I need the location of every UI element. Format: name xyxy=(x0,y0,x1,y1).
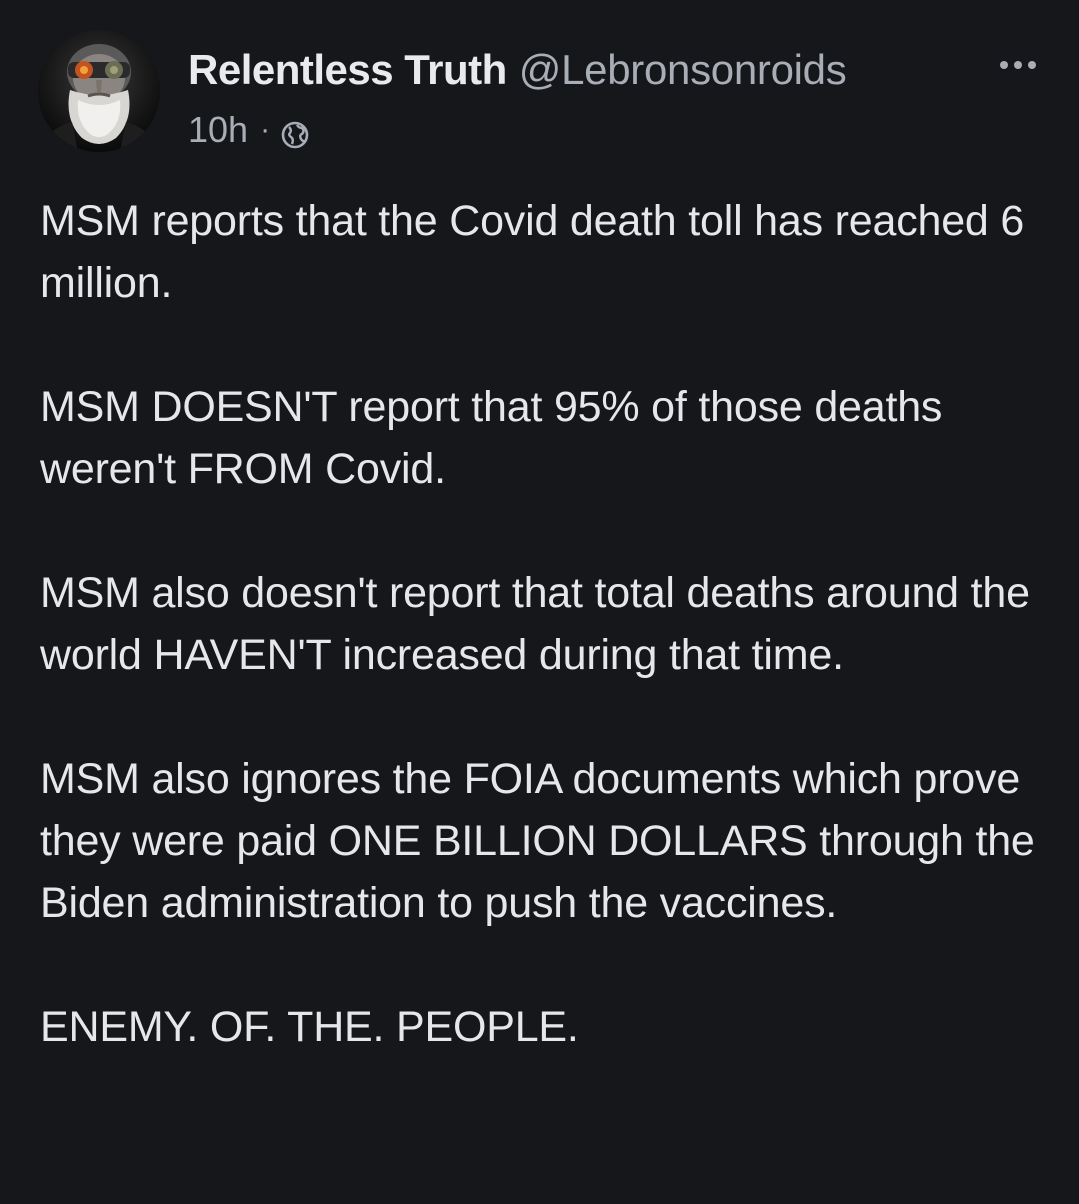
author-handle[interactable]: @Lebronsonroids xyxy=(519,46,847,93)
post-meta: 10h · xyxy=(188,108,310,152)
globe-icon xyxy=(280,116,310,149)
avatar[interactable] xyxy=(38,30,160,152)
post-paragraph: MSM DOESN'T report that 95% of those dea… xyxy=(40,383,943,493)
post-body: MSM reports that the Covid death toll ha… xyxy=(40,190,1050,1058)
post-header: Relentless Truth @Lebronsonroids 10h · xyxy=(188,40,1079,160)
more-options-icon[interactable] xyxy=(990,50,1046,80)
meta-separator: · xyxy=(260,113,271,146)
post-paragraph: MSM also ignores the FOIA documents whic… xyxy=(40,755,1035,927)
post-paragraph: ENEMY. OF. THE. PEOPLE. xyxy=(40,1003,579,1051)
author-display-name[interactable]: Relentless Truth xyxy=(188,46,507,93)
author-row: Relentless Truth @Lebronsonroids xyxy=(188,44,847,96)
post-paragraph: MSM reports that the Covid death toll ha… xyxy=(40,197,1025,307)
post: Relentless Truth @Lebronsonroids 10h · MS… xyxy=(0,0,1079,1204)
post-paragraph: MSM also doesn't report that total death… xyxy=(40,569,1030,679)
post-timestamp[interactable]: 10h xyxy=(188,108,248,152)
avatar-image xyxy=(38,30,160,152)
